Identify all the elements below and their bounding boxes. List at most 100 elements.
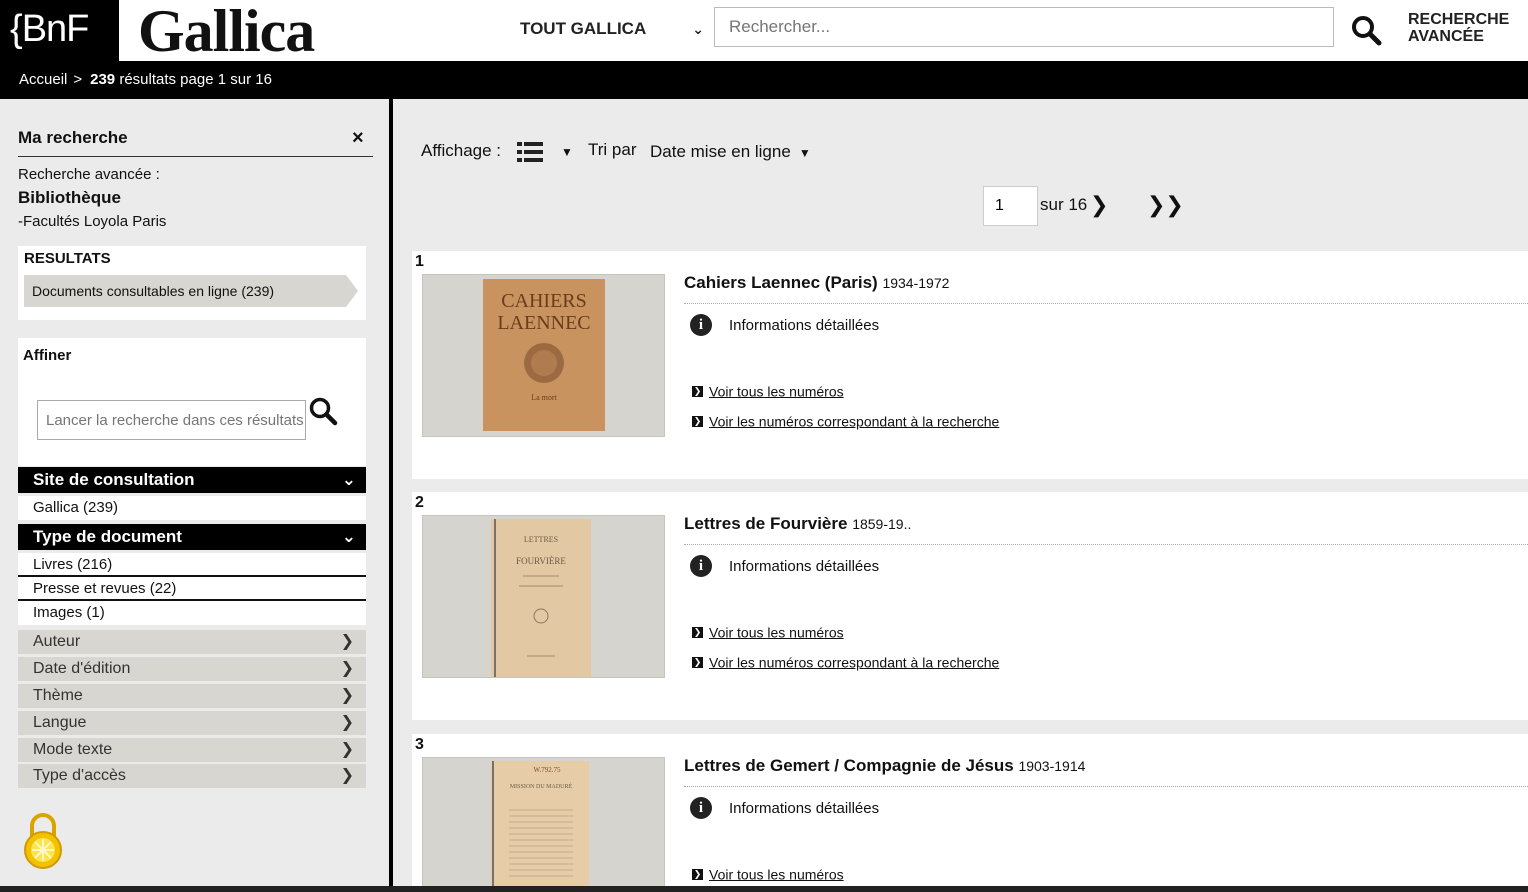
chevron-right-icon: ❯ (340, 660, 354, 677)
gallica-logo[interactable]: Gallica (138, 0, 315, 64)
thumb-title-2: LAENNEC (497, 312, 590, 334)
result-dates: 1903-1914 (1018, 758, 1086, 774)
result-thumbnail[interactable]: W.792.75 MISSION DU MADURÉ (422, 757, 665, 892)
thumbnail-image: W.792.75 MISSION DU MADURÉ (491, 761, 589, 892)
facet-theme-label: Thème (33, 687, 83, 704)
page-total: sur 16 (1040, 195, 1088, 214)
close-icon[interactable]: × (352, 127, 364, 150)
search-input[interactable] (714, 7, 1334, 47)
result-thumbnail[interactable]: LETTRES FOURVIÈRE (422, 515, 665, 678)
facet-doctype-title: Type de document (33, 527, 182, 546)
facet-mode-texte-label: Mode texte (33, 741, 113, 758)
library-value: -Facultés Loyola Paris (18, 213, 167, 230)
see-all-issues-link[interactable]: ❯ Voir tous les numéros (692, 865, 844, 882)
result-title[interactable]: Lettres de Fourvière 1859-19.. (684, 514, 911, 534)
advanced-search-line2: AVANCÉE (1408, 28, 1484, 45)
facet-item-livres[interactable]: Livres (216) (18, 553, 366, 577)
thumb-title-1: W.792.75 (534, 766, 561, 774)
result-title-text: Lettres de Gemert / Compagnie de Jésus (684, 756, 1014, 775)
chevron-down-icon: ⌄ (692, 21, 704, 37)
advanced-search-label: Recherche avancée : (18, 166, 160, 183)
facet-site-title: Site de consultation (33, 470, 195, 489)
thumbnail-image: LETTRES FOURVIÈRE (491, 519, 591, 677)
info-details-label: Informations détaillées (729, 316, 880, 334)
search-scope-select[interactable]: TOUT GALLICA ⌄ (520, 14, 706, 44)
next-page-icon[interactable]: ❯ (1090, 192, 1108, 218)
facet-item-images[interactable]: Images (1) (18, 601, 366, 625)
result-divider (684, 544, 1528, 545)
results-title: RESULTATS (24, 250, 111, 267)
page-number-input[interactable] (983, 186, 1038, 226)
arrow-right-icon: ❯ (692, 656, 703, 668)
caret-down-icon[interactable]: ▼ (561, 145, 573, 159)
result-card: 2 LETTRES FOURVIÈRE Lettres de Fourvière… (412, 492, 1528, 720)
facet-doctype-header[interactable]: Type de document ⌄ (18, 524, 366, 550)
see-all-issues-link[interactable]: ❯ Voir tous les numéros (692, 623, 844, 640)
last-page-icon[interactable]: ❯❯ (1147, 192, 1184, 218)
matching-issues-link[interactable]: ❯ Voir les numéros correspondant à la rec… (692, 412, 999, 429)
taskbar-strip (0, 886, 1528, 892)
breadcrumb-home-link[interactable]: Accueil (19, 71, 67, 88)
search-scope-label: TOUT GALLICA (520, 19, 647, 38)
result-dates: 1934-1972 (882, 275, 950, 291)
result-count: 239 (90, 71, 116, 88)
result-divider (684, 786, 1528, 787)
advanced-search-line1: RECHERCHE (1408, 11, 1510, 28)
facet-auteur-label: Auteur (33, 633, 81, 650)
lock-icon[interactable] (22, 812, 64, 872)
chevron-right-icon: ❯ (340, 633, 354, 650)
facet-item-presse[interactable]: Presse et revues (22) (18, 577, 366, 601)
result-card: 3 W.792.75 MISSION DU MADURÉ Lettres de … (412, 734, 1528, 892)
info-icon: i (690, 555, 712, 577)
facet-theme[interactable]: Thème ❯ (18, 684, 366, 708)
facet-mode-texte[interactable]: Mode texte ❯ (18, 738, 366, 762)
result-thumbnail[interactable]: CAHIERS LAENNEC La mort (422, 274, 665, 437)
matching-issues-link[interactable]: ❯ Voir les numéros correspondant à la rec… (692, 653, 999, 670)
result-title[interactable]: Lettres de Gemert / Compagnie de Jésus 1… (684, 756, 1085, 776)
thumbnail-image: CAHIERS LAENNEC La mort (483, 279, 605, 431)
sort-label: Tri par (588, 140, 637, 159)
refine-search-icon[interactable] (308, 396, 338, 426)
arrow-right-icon: ❯ (692, 626, 703, 638)
result-card: 1 CAHIERS LAENNEC La mort Cahiers Laenne… (412, 251, 1528, 479)
info-icon: i (690, 797, 712, 819)
chevron-right-icon: ❯ (340, 687, 354, 704)
result-dates: 1859-19.. (852, 516, 912, 532)
bnf-logo[interactable]: {BnF (0, 0, 119, 61)
result-number: 3 (415, 736, 424, 753)
facet-site-header[interactable]: Site de consultation ⌄ (18, 467, 366, 493)
list-view-icon[interactable] (517, 141, 543, 163)
facet-auteur[interactable]: Auteur ❯ (18, 630, 366, 654)
results-online-docs[interactable]: Documents consultables en ligne (239) (24, 275, 358, 307)
result-number: 1 (415, 253, 424, 270)
chevron-right-icon: ❯ (340, 714, 354, 731)
facet-type-acces-label: Type d'accès (33, 767, 126, 784)
search-icon[interactable] (1350, 14, 1382, 46)
result-number: 2 (415, 494, 424, 511)
breadcrumb-separator: > (73, 71, 83, 88)
thumb-title-3: La mort (531, 393, 557, 402)
caret-down-icon: ▼ (798, 146, 811, 160)
result-title[interactable]: Cahiers Laennec (Paris) 1934-1972 (684, 273, 949, 293)
info-details-label: Informations détaillées (729, 557, 880, 575)
info-details-link[interactable]: i Informations détaillées (690, 555, 879, 577)
info-details-label: Informations détaillées (729, 799, 880, 817)
chevron-right-icon: ❯ (340, 767, 354, 784)
see-all-issues-label: Voir tous les numéros (709, 383, 844, 400)
see-all-issues-link[interactable]: ❯ Voir tous les numéros (692, 382, 844, 399)
facet-date[interactable]: Date d'édition ❯ (18, 657, 366, 681)
facet-type-acces[interactable]: Type d'accès ❯ (18, 764, 366, 788)
facet-langue[interactable]: Langue ❯ (18, 711, 366, 735)
arrow-right-icon: ❯ (692, 868, 703, 880)
facet-item-gallica[interactable]: Gallica (239) (18, 496, 366, 520)
refine-search-input[interactable] (37, 400, 306, 440)
see-all-issues-label: Voir tous les numéros (709, 624, 844, 641)
advanced-search-link[interactable]: RECHERCHE AVANCÉE (1408, 11, 1509, 45)
display-label: Affichage : (421, 141, 502, 160)
library-label: Bibliothèque (18, 188, 121, 207)
info-details-link[interactable]: i Informations détaillées (690, 314, 879, 336)
sort-select[interactable]: Date mise en ligne ▼ (650, 142, 811, 162)
breadcrumb: Accueil >239 résultats page 1 sur 16 (0, 61, 1528, 99)
info-details-link[interactable]: i Informations détaillées (690, 797, 879, 819)
site-header: {BnF Gallica TOUT GALLICA ⌄ RECHERCHE AV… (0, 0, 1528, 64)
